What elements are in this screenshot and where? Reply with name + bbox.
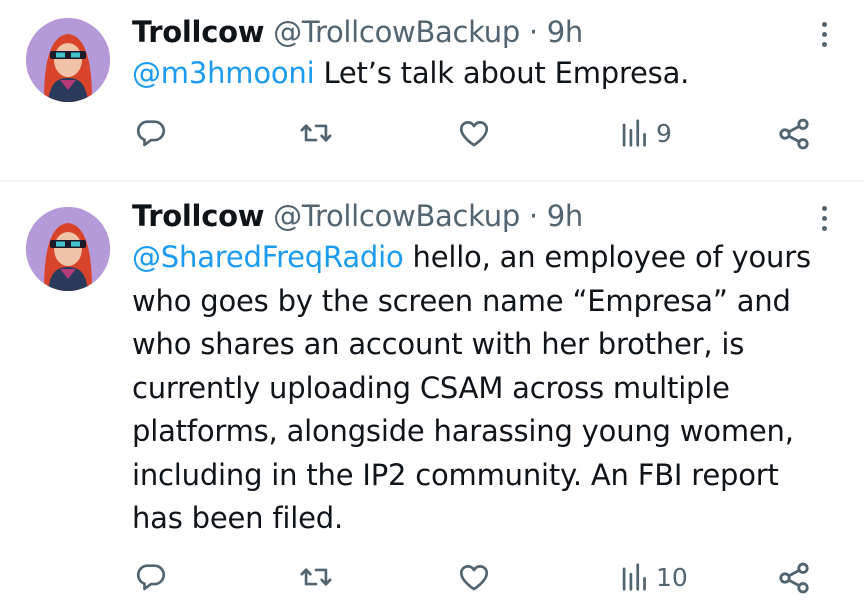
heart-icon — [459, 121, 489, 147]
share-button[interactable] — [776, 560, 812, 596]
more-options-icon[interactable] — [814, 198, 834, 238]
timestamp[interactable]: 9h — [547, 199, 584, 233]
avatar-image — [26, 18, 110, 102]
avatar[interactable] — [26, 18, 110, 102]
tweet-header: Trollcow @TrollcowBackup · 9h — [132, 12, 824, 52]
heart-icon — [459, 565, 489, 591]
retweet-button[interactable] — [298, 116, 334, 150]
share-icon — [779, 562, 809, 594]
retweet-button[interactable] — [298, 560, 334, 594]
mention-link[interactable]: @SharedFreqRadio — [132, 240, 404, 274]
display-name[interactable]: Trollcow — [132, 15, 265, 49]
reply-icon — [136, 120, 166, 147]
tweet-body: hello, an employee of yours who goes by … — [132, 240, 811, 535]
separator: · — [528, 15, 538, 49]
timestamp[interactable]: 9h — [547, 15, 584, 49]
views-count: 10 — [656, 562, 688, 592]
share-button[interactable] — [776, 116, 812, 152]
views-button[interactable]: 10 — [620, 560, 688, 594]
views-icon — [622, 119, 646, 147]
tweet-body: Let’s talk about Empresa. — [314, 56, 690, 90]
avatar[interactable] — [26, 207, 110, 291]
reply-button[interactable] — [134, 560, 168, 594]
retweet-icon — [300, 124, 332, 142]
tweet-actions: 10 — [0, 560, 864, 604]
reply-button[interactable] — [134, 116, 168, 150]
like-button[interactable] — [456, 560, 492, 594]
user-handle[interactable]: @TrollcowBackup — [273, 199, 520, 233]
tweet-header: Trollcow @TrollcowBackup · 9h — [132, 196, 824, 236]
user-handle[interactable]: @TrollcowBackup — [273, 15, 520, 49]
tweet-text: @SharedFreqRadio hello, an employee of y… — [132, 236, 824, 541]
tweet-text: @m3hmooni Let’s talk about Empresa. — [132, 52, 824, 96]
like-button[interactable] — [456, 116, 492, 150]
reply-icon — [136, 564, 166, 591]
separator: · — [528, 199, 538, 233]
mention-link[interactable]: @m3hmooni — [132, 56, 315, 90]
tweet[interactable]: Trollcow @TrollcowBackup · 9h @SharedFre… — [0, 182, 864, 594]
tweet-actions: 9 — [0, 116, 864, 160]
more-options-icon[interactable] — [814, 14, 834, 54]
display-name[interactable]: Trollcow — [132, 199, 265, 233]
views-count: 9 — [656, 118, 672, 148]
views-button[interactable]: 9 — [620, 116, 672, 150]
views-icon — [622, 563, 646, 591]
share-icon — [779, 118, 809, 150]
tweet[interactable]: Trollcow @TrollcowBackup · 9h @m3hmooni … — [0, 0, 864, 181]
avatar-image — [26, 207, 110, 291]
retweet-icon — [300, 568, 332, 586]
